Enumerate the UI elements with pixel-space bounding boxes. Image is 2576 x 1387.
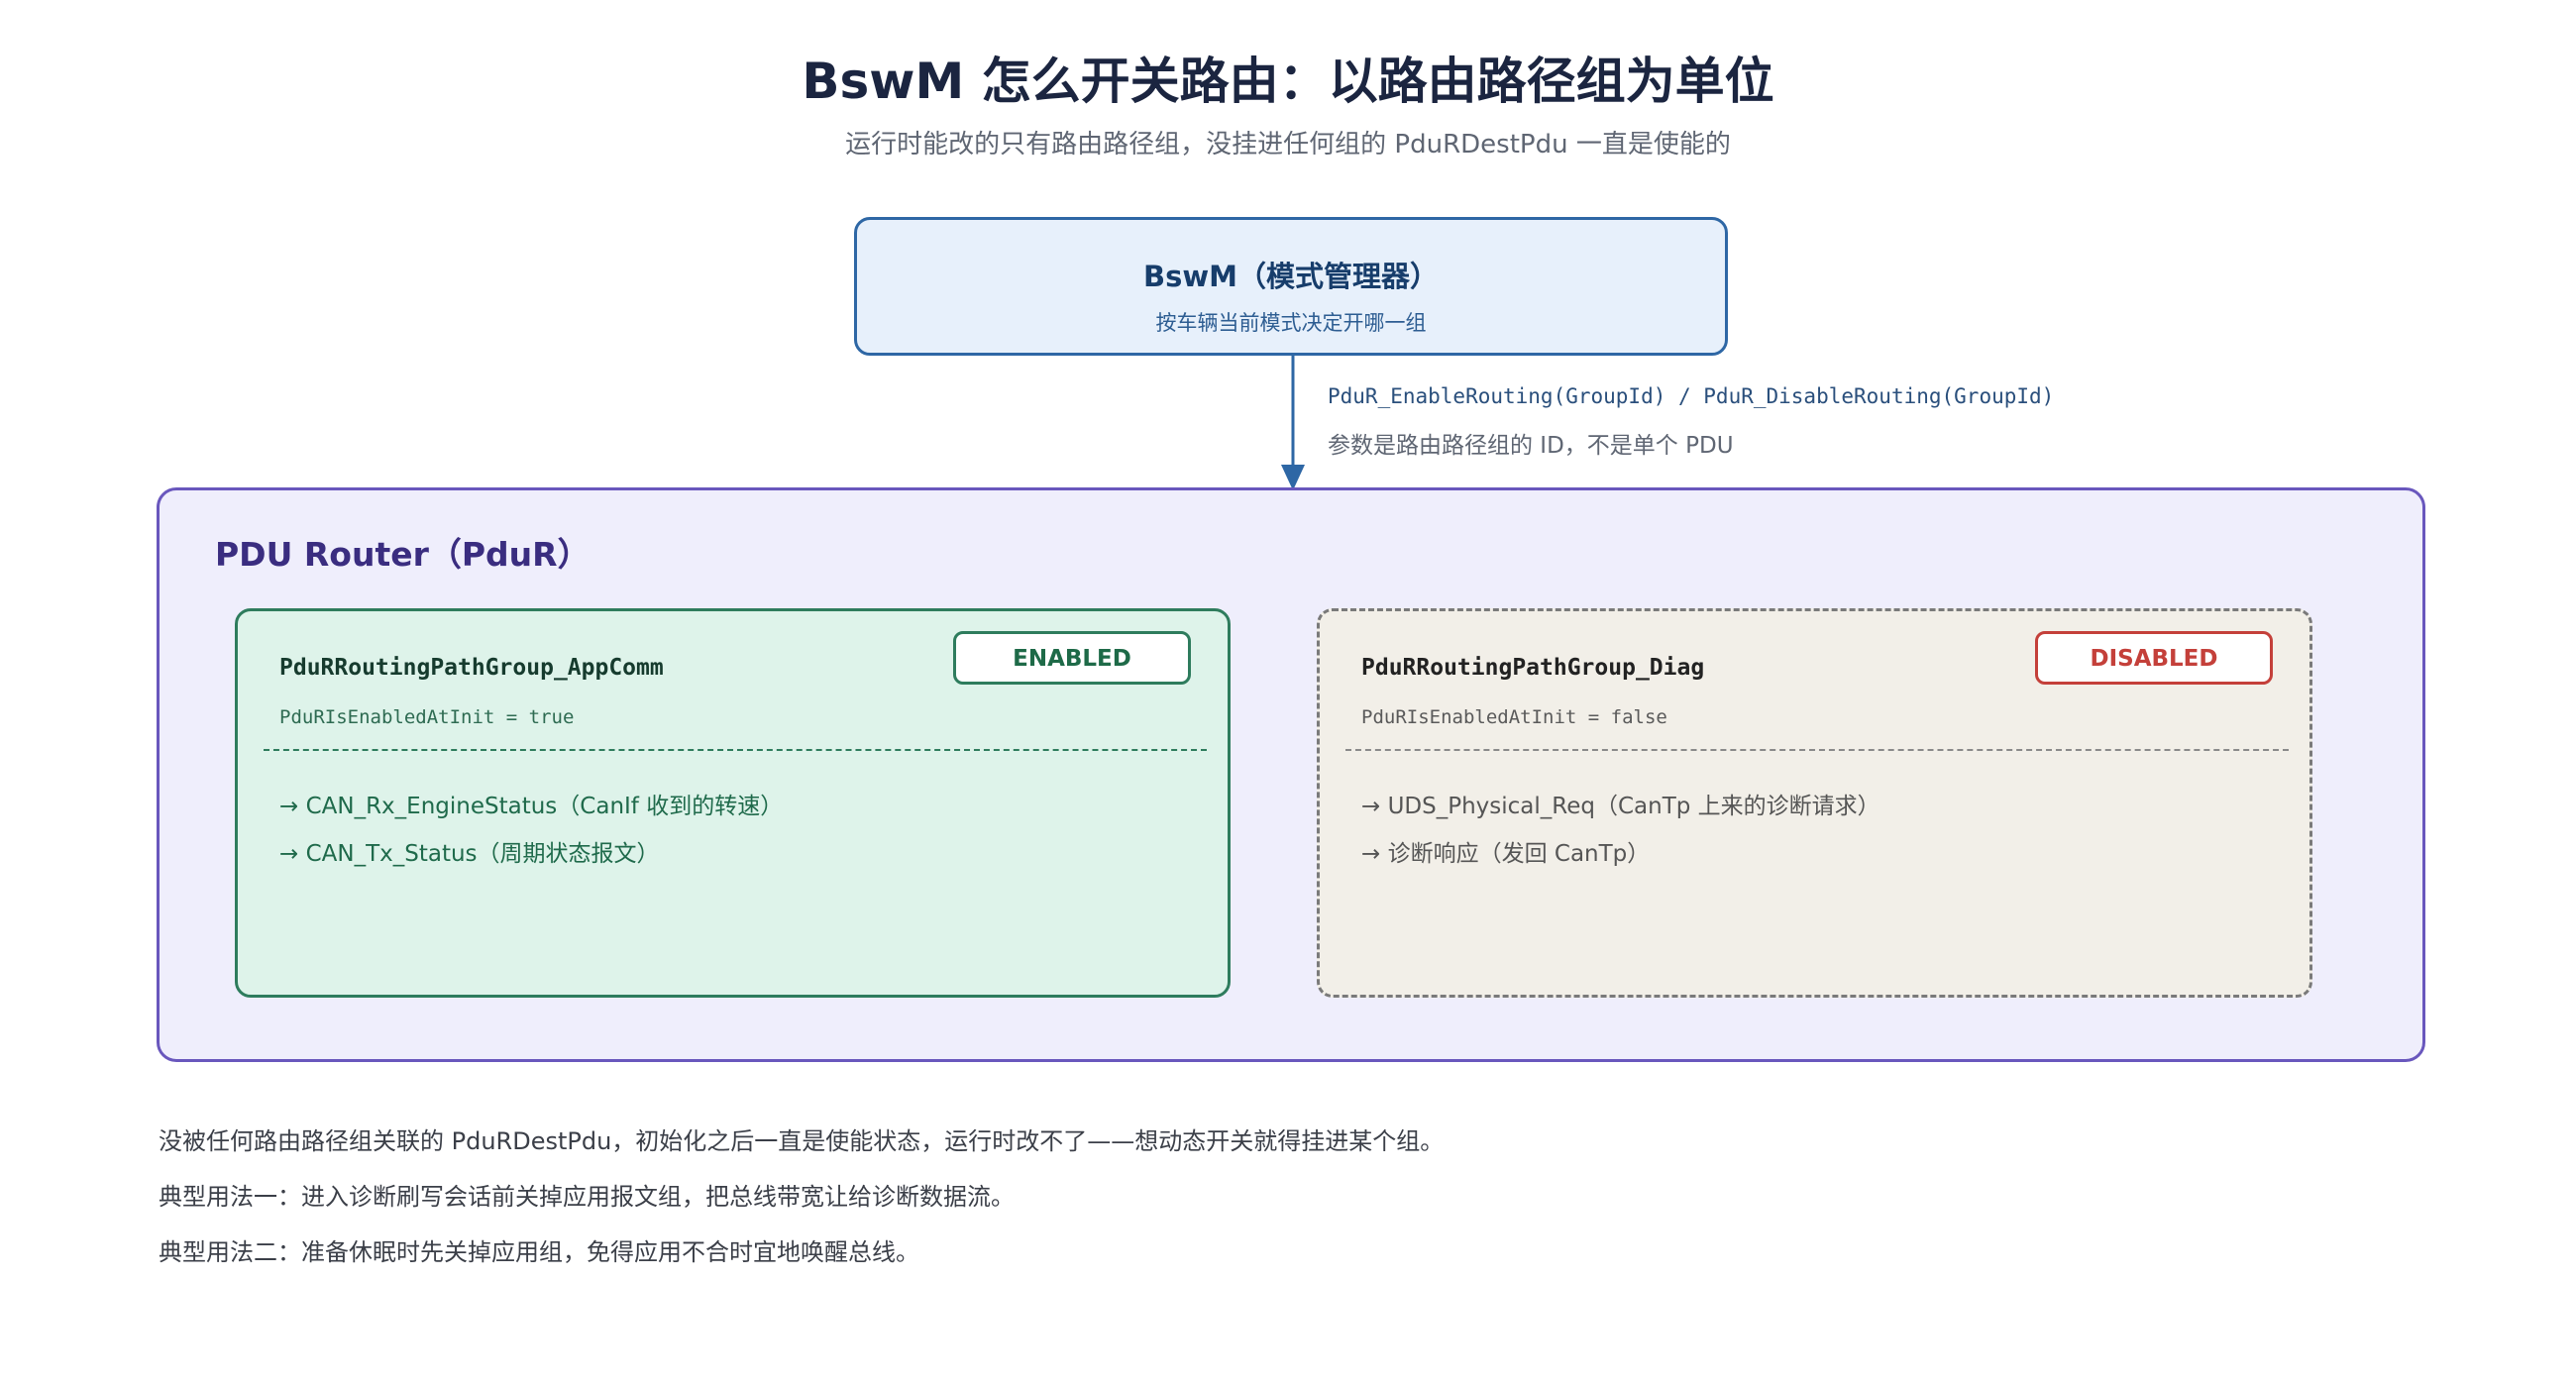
route-item: → CAN_Rx_EngineStatus（CanIf 收到的转速） — [279, 794, 784, 819]
group-divider — [264, 749, 1207, 751]
note-line: 没被任何路由路径组关联的 PduRDestPdu，初始化之后一直是使能状态，运行… — [159, 1127, 1445, 1155]
pdur-container: PDU Router（PduR） PduRRoutingPathGroup_Ap… — [157, 487, 2425, 1062]
route-item: → CAN_Tx_Status（周期状态报文） — [279, 841, 660, 867]
group-init-flag: PduRIsEnabledAtInit = false — [1361, 706, 1667, 728]
routing-api-call: PduR_EnableRouting(GroupId) / PduR_Disab… — [1328, 384, 2055, 408]
routing-param-note: 参数是路由路径组的 ID，不是单个 PDU — [1328, 433, 1734, 459]
route-item: → UDS_Physical_Req（CanTp 上来的诊断请求） — [1361, 794, 1880, 819]
bswm-title: BswM（模式管理器） — [1142, 260, 1439, 293]
group-name: PduRRoutingPathGroup_Diag — [1361, 655, 1705, 681]
routing-call-arrow — [1281, 356, 1305, 490]
note-line: 典型用法一：进入诊断刷写会话前关掉应用报文组，把总线带宽让给诊断数据流。 — [159, 1183, 1015, 1211]
group-name: PduRRoutingPathGroup_AppComm — [279, 655, 664, 681]
routing-group-appcomm: PduRRoutingPathGroup_AppComm ENABLED Pdu… — [235, 608, 1231, 998]
status-badge-enabled: ENABLED — [953, 631, 1191, 685]
page-title: BswM 怎么开关路由：以路由路径组为单位 — [802, 53, 1774, 110]
page-subtitle: 运行时能改的只有路由路径组，没挂进任何组的 PduRDestPdu 一直是使能的 — [845, 130, 1731, 160]
bswm-description: 按车辆当前模式决定开哪一组 — [1155, 311, 1427, 335]
bswm-node: BswM（模式管理器） 按车辆当前模式决定开哪一组 — [854, 217, 1728, 356]
routing-group-diag: PduRRoutingPathGroup_Diag DISABLED PduRI… — [1317, 608, 2312, 998]
notes-section: 没被任何路由路径组关联的 PduRDestPdu，初始化之后一直是使能状态，运行… — [159, 1125, 1444, 1292]
pdur-title: PDU Router（PduR） — [215, 535, 590, 574]
group-init-flag: PduRIsEnabledAtInit = true — [279, 706, 575, 728]
note-line: 典型用法二：准备休眠时先关掉应用组，免得应用不合时宜地唤醒总线。 — [159, 1238, 919, 1266]
route-item: → 诊断响应（发回 CanTp） — [1361, 841, 1651, 867]
group-divider — [1345, 749, 2289, 751]
status-badge-disabled: DISABLED — [2035, 631, 2273, 685]
